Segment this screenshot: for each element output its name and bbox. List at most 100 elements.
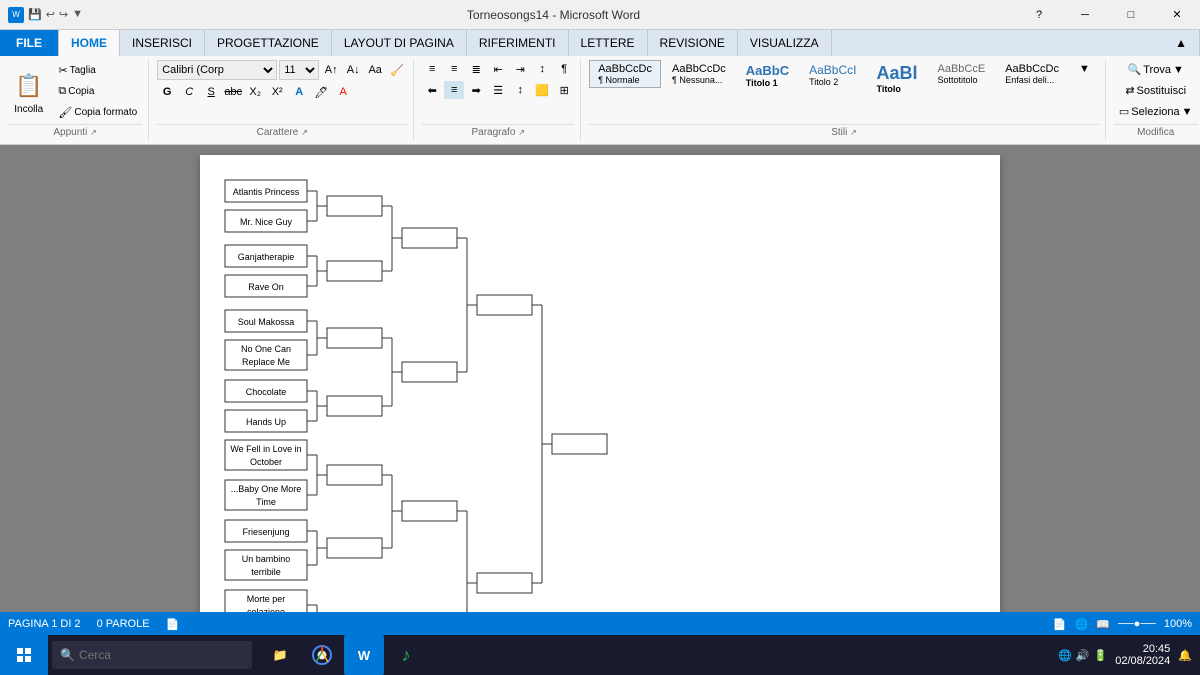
tab-file[interactable]: FILE — [0, 30, 59, 56]
font-shrink-button[interactable]: A↓ — [343, 61, 363, 79]
taskbar-right: 🌐 🔊 🔋 20:45 02/08/2024 🔔 — [1058, 643, 1200, 667]
song-9-line2: October — [250, 457, 282, 467]
view-print[interactable]: 📄 — [1053, 618, 1067, 631]
style-expand[interactable]: ▼ — [1070, 60, 1099, 78]
taskbar-explorer[interactable]: 📁 — [260, 635, 300, 675]
close-button[interactable]: ✕ — [1154, 0, 1200, 30]
increase-indent-button[interactable]: ⇥ — [510, 60, 530, 78]
song-9-line1: We Fell in Love in — [230, 444, 301, 454]
bold-button[interactable]: G — [157, 83, 177, 101]
ribbon-group-appunti: 📋 Incolla ✂ Taglia ⧉ Copia 🖌 Copia forma… — [2, 60, 149, 140]
ribbon-group-stili: AaBbCcDc ¶ Normale AaBbCcDc ¶ Nessuna...… — [583, 60, 1106, 140]
copia-button[interactable]: ⧉ Copia — [53, 82, 142, 101]
borders-button[interactable]: ⊞ — [554, 81, 574, 99]
style-nessuna[interactable]: AaBbCcDc ¶ Nessuna... — [663, 60, 735, 88]
song-7: Chocolate — [246, 387, 287, 397]
ribbon-tab-bar: FILE HOME INSERISCI PROGETTAZIONE LAYOUT… — [0, 30, 1200, 56]
align-center-button[interactable]: ≡ — [444, 81, 464, 99]
tab-inserisci[interactable]: INSERISCI — [120, 30, 205, 56]
font-name-select[interactable]: Calibri (Corp — [157, 60, 277, 80]
subscript-button[interactable]: X₂ — [245, 83, 265, 101]
maximize-button[interactable]: □ — [1108, 0, 1154, 30]
font-size-select[interactable]: 11 — [279, 60, 319, 80]
style-titolo[interactable]: AaBl Titolo — [867, 60, 926, 97]
zoom-level: 100% — [1164, 618, 1192, 630]
superscript-button[interactable]: X² — [267, 83, 287, 101]
song-10-line2: Time — [256, 497, 276, 507]
tab-visualizza[interactable]: VISUALIZZA — [738, 30, 832, 56]
style-normale[interactable]: AaBbCcDc ¶ Normale — [589, 60, 661, 88]
tab-home[interactable]: HOME — [59, 30, 120, 56]
song-5: Soul Makossa — [238, 317, 295, 327]
shading-button[interactable]: 🟨 — [532, 81, 552, 99]
notifications-icon[interactable]: 🔔 — [1178, 649, 1192, 662]
ribbon-collapse[interactable]: ▲ — [1163, 30, 1200, 56]
font-grow-button[interactable]: A↑ — [321, 61, 341, 79]
multilevel-button[interactable]: ≣ — [466, 60, 486, 78]
tab-riferimenti[interactable]: RIFERIMENTI — [467, 30, 569, 56]
highlight-button[interactable]: 🖊 — [311, 83, 331, 101]
song-2: Mr. Nice Guy — [240, 217, 293, 227]
style-sottotitolo[interactable]: AaBbCcE Sottotitolo — [929, 60, 995, 88]
tab-lettere[interactable]: LETTERE — [569, 30, 648, 56]
justify-button[interactable]: ☰ — [488, 81, 508, 99]
view-read[interactable]: 📖 — [1096, 618, 1110, 631]
line-spacing-button[interactable]: ↕ — [510, 81, 530, 99]
font-case-button[interactable]: Aa — [365, 61, 385, 79]
align-left-button[interactable]: ⬅ — [422, 81, 442, 99]
ribbon-group-carattere: Calibri (Corp 11 A↑ A↓ Aa 🧹 G C S abc X₂… — [151, 60, 414, 140]
strikethrough-button[interactable]: abc — [223, 83, 243, 101]
style-titolo1[interactable]: AaBbC Titolo 1 — [737, 60, 798, 91]
seleziona-button[interactable]: ▭ Seleziona ▼ — [1114, 102, 1198, 121]
sort-button[interactable]: ↕ — [532, 60, 552, 78]
taskbar-word[interactable]: W — [344, 635, 384, 675]
tab-layout[interactable]: LAYOUT DI PAGINA — [332, 30, 467, 56]
show-marks-button[interactable]: ¶ — [554, 60, 574, 78]
tab-progettazione[interactable]: PROGETTAZIONE — [205, 30, 332, 56]
search-input[interactable] — [79, 648, 239, 662]
taskbar-search[interactable]: 🔍 — [52, 641, 252, 669]
style-enfasi[interactable]: AaBbCcDc Enfasi deli... — [996, 60, 1068, 88]
taglia-button[interactable]: ✂ Taglia — [53, 61, 142, 80]
volume-icon: 🔊 — [1076, 649, 1090, 662]
taskbar-chrome[interactable] — [302, 635, 342, 675]
sostituisci-button[interactable]: ⇄ Sostituisci — [1120, 81, 1191, 100]
quick-redo[interactable]: ↪ — [59, 8, 68, 21]
song-8: Hands Up — [246, 417, 286, 427]
statusbar-right: 📄 🌐 📖 ──●── 100% — [1053, 618, 1192, 631]
align-right-button[interactable]: ➡ — [466, 81, 486, 99]
copia-formato-button[interactable]: 🖌 Copia formato — [53, 103, 142, 122]
font-row-1: Calibri (Corp 11 A↑ A↓ Aa 🧹 — [157, 60, 407, 80]
help-button[interactable]: ? — [1016, 0, 1062, 30]
window-controls: ? ─ □ ✕ — [1016, 0, 1200, 30]
quick-save[interactable]: 💾 — [28, 8, 42, 21]
italic-button[interactable]: C — [179, 83, 199, 101]
quick-undo[interactable]: ↩ — [46, 8, 55, 21]
song-13-line2: colazione — [247, 607, 285, 612]
font-color-button[interactable]: A — [333, 83, 353, 101]
bullets-button[interactable]: ≡ — [422, 60, 442, 78]
numbering-button[interactable]: ≡ — [444, 60, 464, 78]
text-effect-button[interactable]: A — [289, 83, 309, 101]
song-13-line1: Morte per — [247, 594, 286, 604]
decrease-indent-button[interactable]: ⇤ — [488, 60, 508, 78]
start-button[interactable] — [0, 635, 48, 675]
view-web[interactable]: 🌐 — [1075, 618, 1089, 631]
clear-format-button[interactable]: 🧹 — [387, 61, 407, 79]
minimize-button[interactable]: ─ — [1062, 0, 1108, 30]
trova-button[interactable]: 🔍 Trova ▼ — [1123, 60, 1189, 79]
tournament-bracket-svg: Atlantis Princess Mr. Nice Guy Ganjather… — [220, 175, 980, 612]
song-1: Atlantis Princess — [233, 187, 300, 197]
language-icon: 📄 — [166, 618, 180, 631]
zoom-slider[interactable]: ──●── — [1118, 618, 1156, 630]
incolla-button[interactable]: 📋 — [8, 68, 49, 104]
chrome-icon — [312, 645, 332, 665]
quick-customize[interactable]: ▼ — [72, 8, 83, 21]
tab-revisione[interactable]: REVISIONE — [648, 30, 738, 56]
font-row-2: G C S abc X₂ X² A 🖊 A — [157, 83, 353, 101]
underline-button[interactable]: S — [201, 83, 221, 101]
style-titolo2[interactable]: AaBbCcI Titolo 2 — [800, 60, 865, 90]
document-area: Atlantis Princess Mr. Nice Guy Ganjather… — [0, 145, 1200, 612]
taskbar-spotify[interactable]: ♪ — [386, 635, 426, 675]
carattere-content: Calibri (Corp 11 A↑ A↓ Aa 🧹 G C S abc X₂… — [157, 60, 407, 122]
